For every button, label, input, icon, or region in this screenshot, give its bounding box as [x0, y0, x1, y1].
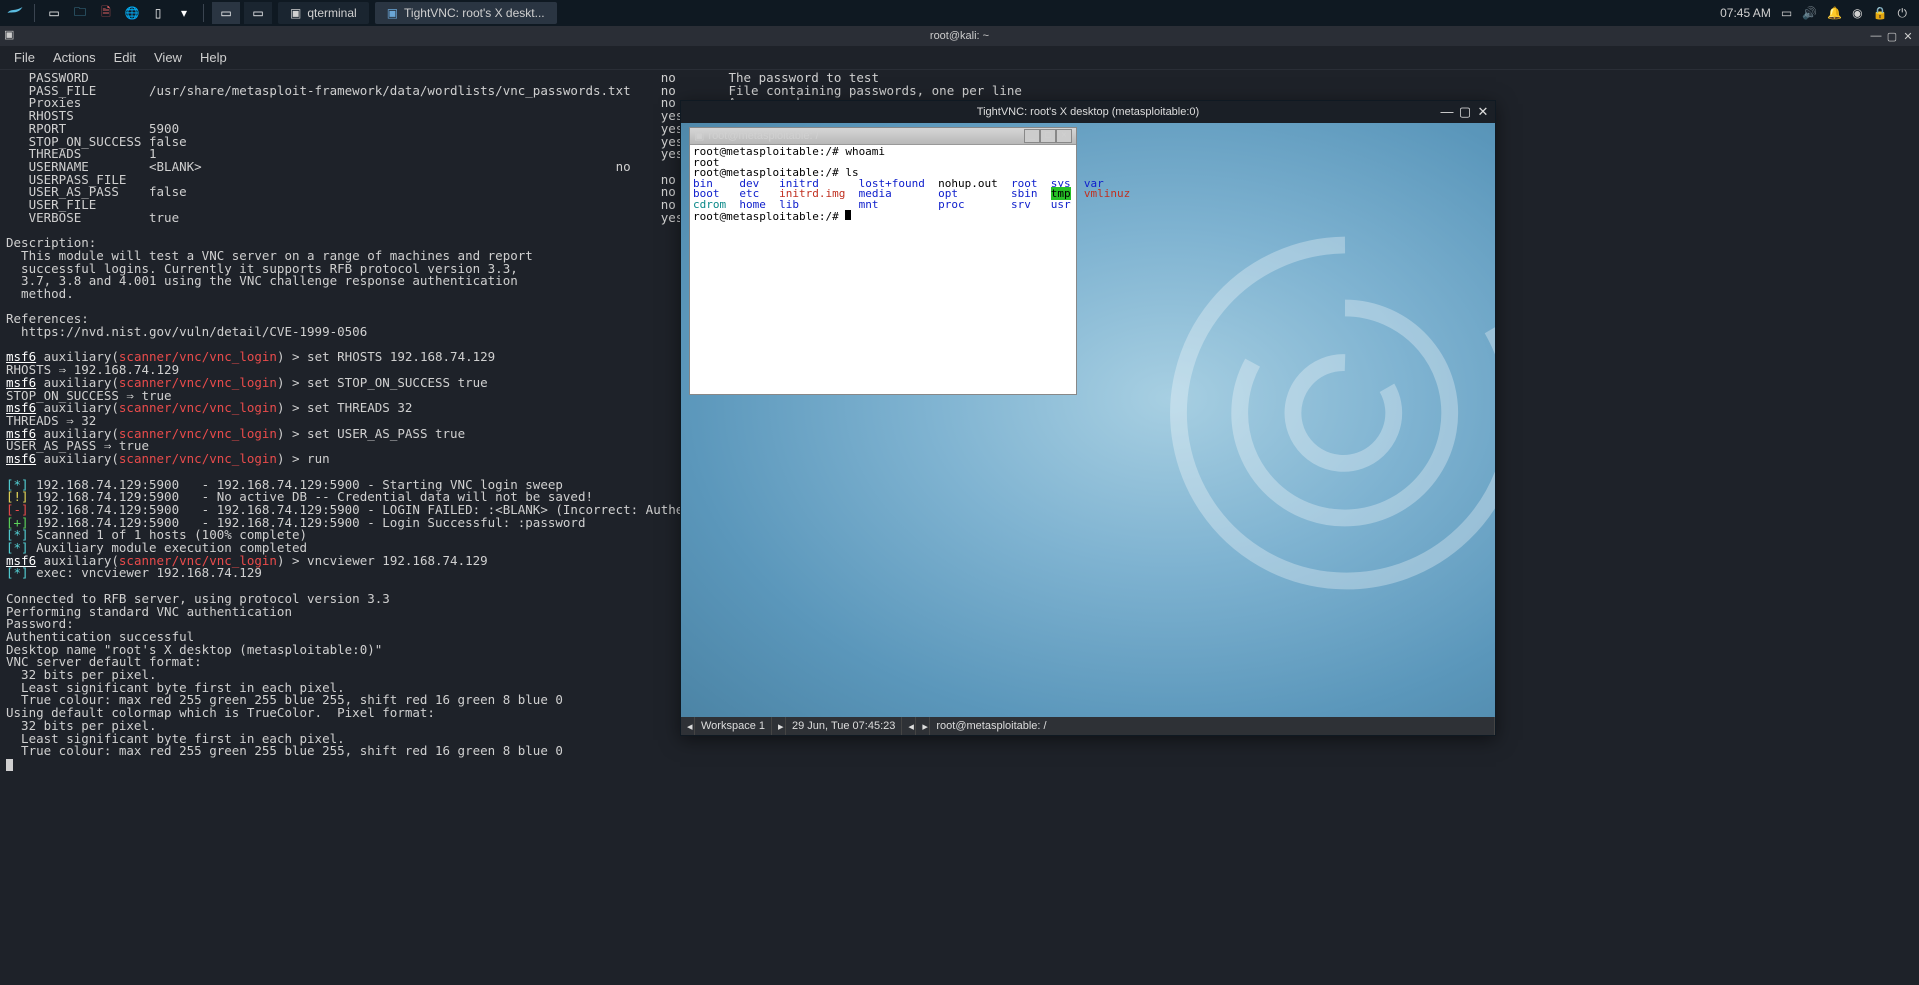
close-button[interactable]: ✕ — [1475, 104, 1491, 120]
separator — [203, 4, 204, 22]
kali-menu-icon[interactable] — [4, 2, 26, 24]
terminal-small-icon: ▣ — [694, 131, 704, 142]
updates-icon[interactable]: ◉ — [1852, 6, 1862, 20]
workspace-next-button[interactable]: ▸ — [772, 717, 786, 735]
lock-icon[interactable]: 🔒 — [1873, 6, 1888, 20]
menu-view[interactable]: View — [146, 47, 190, 68]
power-icon[interactable]: ⏻ — [1898, 6, 1908, 21]
maximize-button[interactable]: ▢ — [1457, 104, 1473, 120]
remote-taskbar: ◂ Workspace 1 ▸ 29 Jun, Tue 07:45:23 ◂ ▸… — [681, 717, 1495, 735]
task-label: qterminal — [307, 6, 356, 20]
panel-right-icons: 07:45 AM ▭ 🔊 🔔 ◉ 🔒 ⏻ — [1720, 6, 1915, 21]
terminal-titlebar[interactable]: ▣ root@kali: ~ — ▢ ✕ — [0, 26, 1919, 46]
terminal-icon[interactable]: ▯ — [147, 2, 169, 24]
taskbar-app[interactable]: root@metasploitable: / — [930, 717, 1495, 735]
terminal-menubar: File Actions Edit View Help — [0, 46, 1919, 70]
scroll-left-button[interactable]: ◂ — [902, 717, 916, 735]
display-icon[interactable]: ▭ — [1781, 6, 1792, 20]
minimize-button[interactable]: _ — [1024, 129, 1040, 143]
note-icon[interactable]: 🗎 — [95, 2, 117, 24]
separator — [34, 4, 35, 22]
close-button[interactable]: ✕ — [1901, 30, 1915, 43]
scroll-right-button[interactable]: ▸ — [916, 717, 930, 735]
close-button[interactable]: × — [1056, 129, 1072, 143]
show-desktop-icon[interactable]: ▭ — [43, 2, 65, 24]
taskbar-item-qterminal[interactable]: ▣ qterminal — [278, 2, 369, 24]
maximize-button[interactable]: □ — [1040, 129, 1056, 143]
workspace-prev-button[interactable]: ◂ — [681, 717, 695, 735]
vnc-window: TightVNC: root's X desktop (metasploitab… — [680, 100, 1496, 736]
remote-terminal-window: ▣ root@metasploitable: / _ □ × root@meta… — [689, 127, 1077, 395]
browser-icon[interactable]: 🌐 — [121, 2, 143, 24]
dropdown-icon[interactable]: ▾ — [173, 2, 195, 24]
menu-file[interactable]: File — [6, 47, 43, 68]
workspace-1-icon[interactable]: ▭ — [212, 2, 240, 24]
menu-actions[interactable]: Actions — [45, 47, 104, 68]
vnc-titlebar[interactable]: TightVNC: root's X desktop (metasploitab… — [681, 101, 1495, 123]
clock[interactable]: 07:45 AM — [1720, 6, 1771, 20]
taskbar-clock[interactable]: 29 Jun, Tue 07:45:23 — [786, 717, 902, 735]
remote-terminal-titlebar[interactable]: ▣ root@metasploitable: / _ □ × — [690, 128, 1076, 145]
volume-icon[interactable]: 🔊 — [1802, 6, 1817, 20]
vnc-window-title: TightVNC: root's X desktop (metasploitab… — [977, 106, 1199, 118]
top-panel: ▭ 🗀 🗎 🌐 ▯ ▾ ▭ ▭ ▣ qterminal ▣ TightVNC: … — [0, 0, 1919, 26]
maximize-button[interactable]: ▢ — [1885, 30, 1899, 43]
notifications-icon[interactable]: 🔔 — [1827, 6, 1842, 20]
task-label: TightVNC: root's X deskt... — [404, 6, 545, 20]
debian-logo-icon — [1135, 203, 1495, 623]
terminal-small-icon: ▣ — [290, 6, 301, 20]
workspace-label[interactable]: Workspace 1 — [695, 717, 772, 735]
window-title: root@kali: ~ — [930, 30, 989, 42]
taskbar-item-tightvnc[interactable]: ▣ TightVNC: root's X deskt... — [375, 2, 557, 24]
files-icon[interactable]: 🗀 — [69, 2, 91, 24]
panel-left-icons: ▭ 🗀 🗎 🌐 ▯ ▾ ▭ ▭ — [4, 2, 272, 24]
menu-help[interactable]: Help — [192, 47, 235, 68]
remote-terminal-output[interactable]: root@metasploitable:/# whoami root root@… — [690, 145, 1076, 225]
vnc-small-icon: ▣ — [387, 6, 398, 20]
menu-edit[interactable]: Edit — [106, 47, 144, 68]
vnc-remote-desktop[interactable]: ▣ root@metasploitable: / _ □ × root@meta… — [681, 123, 1495, 735]
minimize-button[interactable]: — — [1439, 104, 1455, 120]
remote-terminal-title: root@metasploitable: / — [708, 131, 818, 142]
workspace-2-icon[interactable]: ▭ — [244, 2, 272, 24]
window-icon: ▣ — [4, 28, 14, 41]
minimize-button[interactable]: — — [1869, 30, 1883, 43]
